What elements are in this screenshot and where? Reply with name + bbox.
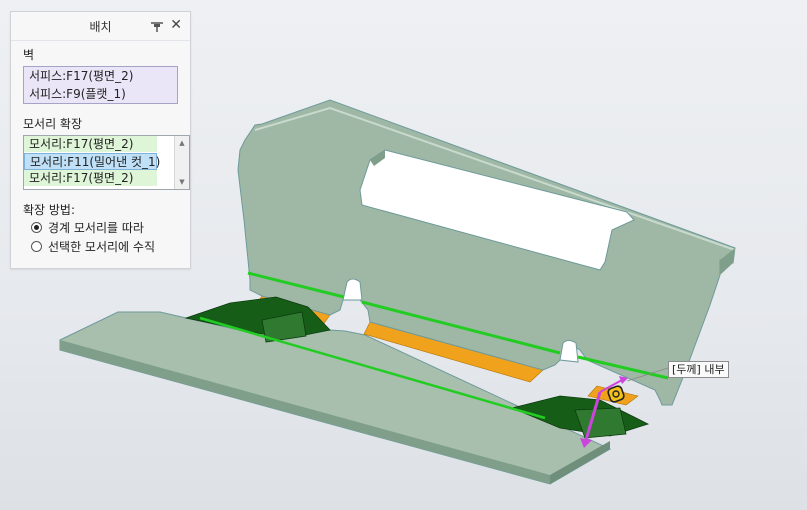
scroll-down-icon[interactable]: ▼ bbox=[175, 176, 189, 188]
edge-ref-2-selected[interactable]: 모서리:F11(밀어낸 컷_1) bbox=[24, 153, 160, 170]
option-perpendicular-label: 선택한 모서리에 수직 bbox=[48, 240, 155, 254]
wall-label: 벽 bbox=[23, 48, 35, 62]
wall-references-box[interactable]: 서피스:F17(평면_2) 서피스:F9(플랫_1) bbox=[23, 66, 178, 104]
close-icon[interactable]: ✕ bbox=[170, 17, 182, 33]
edge-ref-1[interactable]: 모서리:F17(평면_2) bbox=[24, 136, 157, 153]
edge-references-list[interactable]: 모서리:F17(평면_2) 모서리:F11(밀어낸 컷_1) 모서리:F17(평… bbox=[23, 135, 190, 190]
edge-extend-label: 모서리 확장 bbox=[23, 117, 83, 131]
wall-ref-2[interactable]: 서피스:F9(플랫_1) bbox=[24, 85, 177, 103]
extend-method-label: 확장 방법: bbox=[23, 203, 76, 217]
option-along-boundary[interactable]: 경계 모서리를 따라 bbox=[31, 220, 144, 236]
option-along-boundary-label: 경계 모서리를 따라 bbox=[48, 221, 144, 235]
radio-checked-icon[interactable] bbox=[31, 222, 42, 233]
pin-icon[interactable] bbox=[150, 19, 164, 33]
option-perpendicular[interactable]: 선택한 모서리에 수직 bbox=[31, 239, 155, 255]
panel-header: 배치 ✕ bbox=[11, 12, 190, 41]
radio-unchecked-icon[interactable] bbox=[31, 241, 42, 252]
wall-ref-1[interactable]: 서피스:F17(평면_2) bbox=[24, 67, 177, 85]
placement-panel: 배치 ✕ 벽 서피스:F17(평면_2) 서피스:F9(플랫_1) 모서리 확장… bbox=[10, 11, 191, 269]
list-scrollbar[interactable]: ▲ ▼ bbox=[174, 136, 189, 189]
scroll-up-icon[interactable]: ▲ bbox=[175, 137, 189, 149]
edge-ref-3[interactable]: 모서리:F17(평면_2) bbox=[24, 170, 157, 187]
thickness-callout[interactable]: [두께] 내부 bbox=[668, 361, 729, 378]
